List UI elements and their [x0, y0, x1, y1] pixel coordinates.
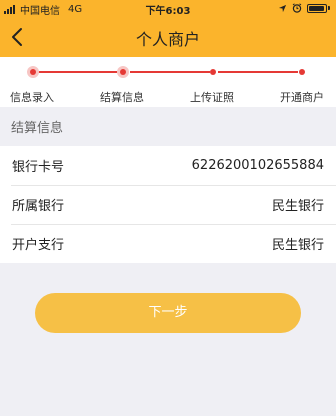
step-dot-4: [299, 69, 305, 75]
location-icon: [278, 4, 287, 12]
progress-line: [130, 71, 210, 73]
page-title: 个人商户: [135, 30, 200, 49]
step-dot-1: [27, 66, 39, 78]
step-dot-3: [210, 69, 216, 75]
step-dot-2: [117, 66, 129, 78]
progress-line: [218, 71, 298, 73]
bank-label: 所属银行: [12, 199, 65, 214]
branch-row: 开户支行 民生银行: [0, 224, 336, 263]
progress-line: [38, 71, 118, 73]
status-bar: 中国电信 4G 下午6:03: [0, 0, 336, 18]
next-step-button[interactable]: 下一步: [35, 293, 301, 333]
battery-cap: [328, 6, 330, 10]
branch-label: 开户支行: [12, 238, 65, 253]
section-title: 结算信息: [0, 112, 336, 146]
branch-value: 民生银行: [271, 238, 324, 253]
battery-icon: [307, 3, 327, 13]
bank-row: 所属银行 民生银行: [0, 185, 336, 224]
card-number-label: 银行卡号: [12, 160, 65, 175]
settlement-info-list: 银行卡号 6226200102655884 所属银行 民生银行 开户支行 民生银…: [0, 146, 336, 263]
card-number-value: 6226200102655884: [191, 158, 324, 173]
card-number-row: 银行卡号 6226200102655884: [0, 146, 336, 185]
step-label-1: 信息录入: [10, 91, 54, 104]
progress-steps: 信息录入 结算信息 上传证照 开通商户: [0, 57, 336, 107]
status-right: [278, 3, 330, 13]
step-label-3: 上传证照: [190, 91, 234, 104]
step-label-2: 结算信息: [100, 91, 144, 104]
step-label-4: 开通商户: [280, 91, 324, 104]
bank-value: 民生银行: [271, 199, 324, 214]
app-header: 中国电信 4G 下午6:03 个人商户: [0, 0, 336, 57]
alarm-icon: [292, 3, 302, 13]
